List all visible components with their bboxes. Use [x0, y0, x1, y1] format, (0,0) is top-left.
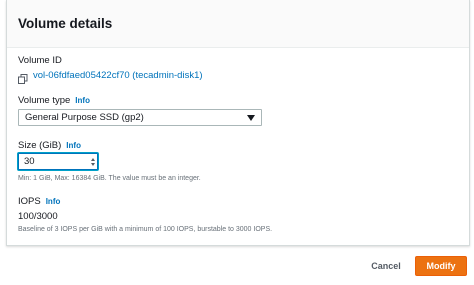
iops-hint: Baseline of 3 IOPS per GiB with a minimu…	[18, 226, 273, 233]
size-label: Size (GiB)	[18, 140, 62, 151]
iops-info-link[interactable]: Info	[46, 197, 61, 206]
volume-type-selected-value: General Purpose SSD (gp2)	[25, 112, 144, 123]
size-input-value: 30	[24, 156, 35, 167]
volume-id-link[interactable]: vol-06fdfaed05422cf70 (tecadmin-disk1)	[33, 70, 203, 81]
size-label-row: Size (GiB) Info	[18, 140, 81, 151]
volume-id-label: Volume ID	[18, 55, 62, 66]
iops-label: IOPS	[18, 196, 41, 207]
size-input[interactable]: 30	[18, 153, 98, 170]
caret-down-icon	[247, 114, 255, 121]
modify-button[interactable]: Modify	[415, 256, 467, 276]
size-stepper[interactable]	[91, 156, 95, 168]
stepper-up-icon[interactable]	[91, 157, 95, 161]
panel-header: Volume details	[7, 0, 469, 48]
size-info-link[interactable]: Info	[66, 141, 81, 150]
volume-type-label-row: Volume type Info	[18, 95, 90, 106]
copy-icon[interactable]	[18, 71, 28, 84]
volume-type-info-link[interactable]: Info	[75, 96, 90, 105]
volume-type-select[interactable]: General Purpose SSD (gp2)	[18, 109, 262, 126]
volume-id-row: vol-06fdfaed05422cf70 (tecadmin-disk1)	[18, 70, 203, 84]
size-hint: Min: 1 GiB, Max: 16384 GiB. The value mu…	[18, 175, 201, 182]
panel-title: Volume details	[18, 16, 113, 31]
cancel-button[interactable]: Cancel	[364, 257, 408, 275]
volume-details-panel: Volume details Volume ID vol-06fdfaed054…	[6, 0, 470, 246]
iops-label-row: IOPS Info	[18, 196, 60, 207]
volume-type-label: Volume type	[18, 95, 71, 106]
stepper-down-icon[interactable]	[91, 162, 95, 166]
iops-value: 100/3000	[18, 211, 58, 222]
